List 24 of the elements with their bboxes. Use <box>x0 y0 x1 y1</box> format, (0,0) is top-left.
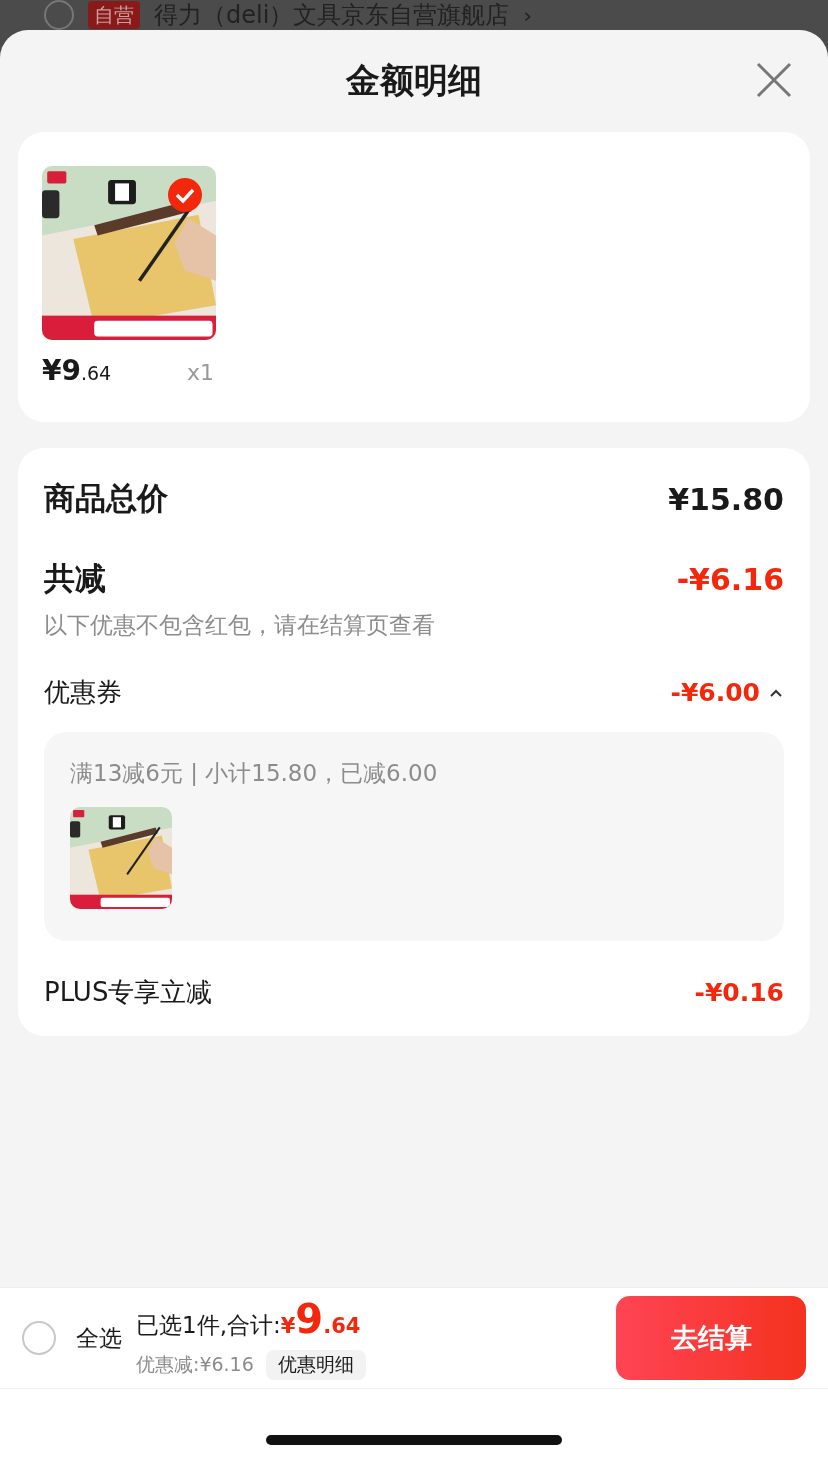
coupon-detail: 满13减6元 | 小计15.80，已减6.00 <box>70 759 439 788</box>
discount-note: 以下优惠不包含红包，请在结算页查看 <box>44 611 436 640</box>
total-label: 商品总价 <box>44 479 168 518</box>
product-price: ¥9.64 <box>42 354 112 387</box>
chevron-icon: › <box>523 2 533 28</box>
discount-details-button[interactable]: 优惠明细 <box>265 1349 366 1380</box>
select-all-radio[interactable] <box>22 1321 56 1355</box>
total-price: ¥9.64 <box>280 1296 361 1344</box>
discount-value: -¥6.16 <box>676 561 784 597</box>
check-icon[interactable] <box>168 178 202 212</box>
checkout-button[interactable]: 去结算 <box>616 1296 806 1380</box>
coupon-value: -¥6.00 <box>670 678 760 707</box>
close-icon[interactable] <box>756 62 792 98</box>
select-all-label[interactable]: 全选 <box>76 1322 122 1354</box>
total-value: ¥15.80 <box>668 481 784 517</box>
quantity: x1 <box>186 360 214 385</box>
plus-label: PLUS专享立减 <box>44 976 213 1009</box>
savings-text: 优惠减:¥6.16 <box>136 1351 254 1377</box>
self-operated-badge: 自营 <box>88 1 140 29</box>
selected-count: 已选1件,合计: <box>136 1310 281 1340</box>
plus-value: -¥0.16 <box>694 978 784 1007</box>
coupon-label: 优惠券 <box>44 676 122 709</box>
sheet-title: 金额明细 <box>346 59 482 102</box>
discount-label: 共减 <box>44 559 106 598</box>
